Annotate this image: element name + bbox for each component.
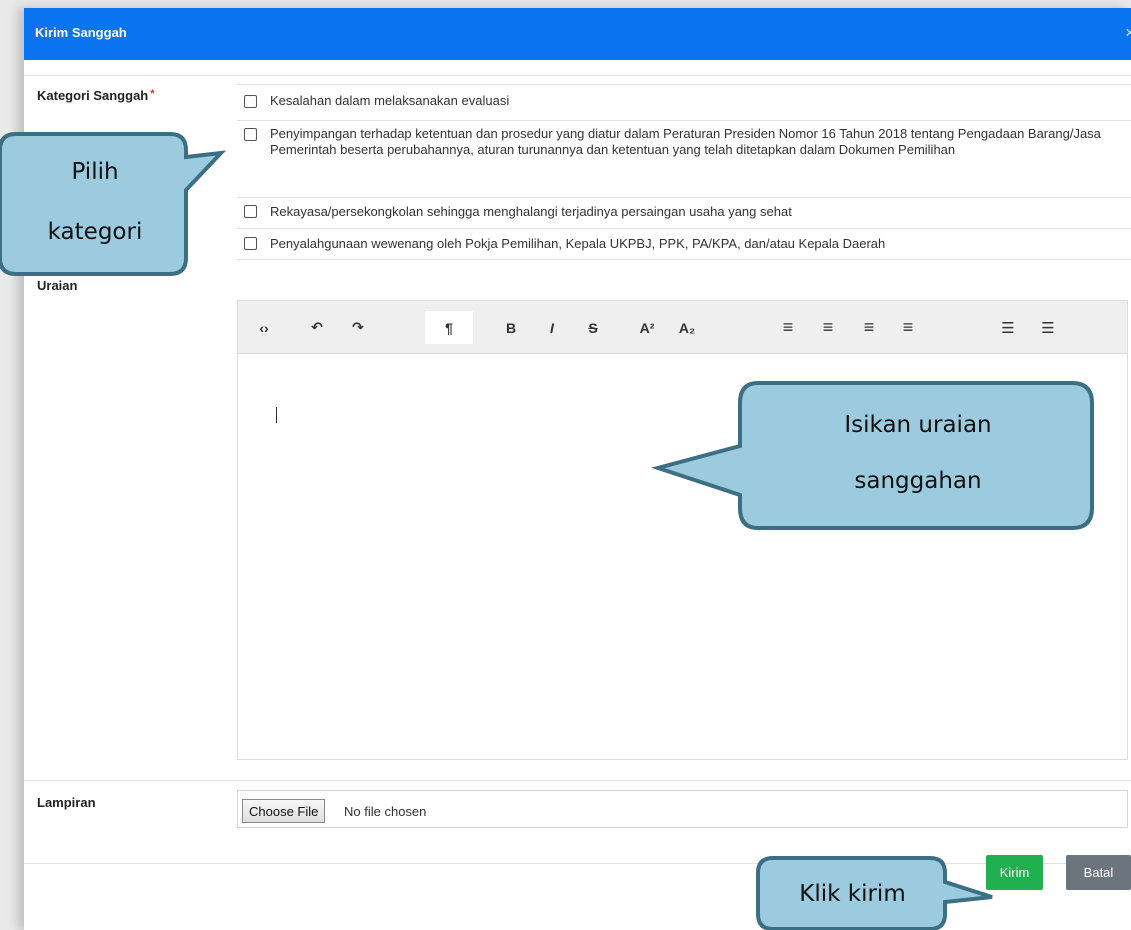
callout-uraian: Isikan uraian sanggahan: [758, 403, 1078, 503]
category-option-label: Kesalahan dalam melaksanakan evaluasi: [270, 93, 510, 108]
text-caret: [276, 407, 277, 423]
category-option[interactable]: Kesalahan dalam melaksanakan evaluasi: [237, 84, 1131, 120]
category-option-label: Penyalahgunaan wewenang oleh Pokja Pemil…: [270, 236, 886, 251]
editor-toolbar: ‹› ↶ ↷ ¶ B I S A² A₂ ≡ ≡ ≡ ≡ ☰ ☰: [238, 301, 1127, 354]
superscript-button[interactable]: A²: [630, 311, 664, 344]
callout-line: kategori: [47, 219, 143, 245]
category-option[interactable]: Rekayasa/persekongkolan sehingga menghal…: [237, 197, 1131, 228]
italic-button[interactable]: I: [535, 311, 569, 344]
callout-line: sanggahan: [854, 468, 982, 494]
choose-file-button[interactable]: Choose File: [242, 799, 326, 823]
undo-button[interactable]: ↶: [300, 311, 334, 344]
subscript-button[interactable]: A₂: [670, 311, 704, 344]
bullet-list-button[interactable]: ☰: [991, 311, 1025, 344]
checkbox[interactable]: [244, 95, 257, 108]
uraian-editor[interactable]: ‹› ↶ ↷ ¶ B I S A² A₂ ≡ ≡ ≡ ≡ ☰ ☰: [237, 300, 1128, 760]
close-icon[interactable]: ×: [1125, 23, 1131, 43]
divider: [24, 780, 1131, 781]
kategori-label: Kategori Sanggah *: [37, 88, 155, 103]
category-option[interactable]: Penyimpangan terhadap ketentuan dan pros…: [237, 120, 1131, 197]
callout-kirim: Klik kirim: [799, 881, 906, 907]
callout-kategori: Pilih kategori: [20, 150, 170, 254]
align-right-button[interactable]: ≡: [852, 311, 886, 344]
checkbox[interactable]: [244, 205, 257, 218]
divider: [24, 75, 1131, 76]
kategori-label-text: Kategori Sanggah: [37, 88, 149, 103]
uraian-label: Uraian: [37, 278, 78, 293]
required-mark: *: [150, 88, 155, 100]
category-option[interactable]: Penyalahgunaan wewenang oleh Pokja Pemil…: [237, 228, 1131, 260]
bold-button[interactable]: B: [494, 311, 528, 344]
align-left-button[interactable]: ≡: [771, 311, 805, 344]
code-view-button[interactable]: ‹›: [247, 311, 281, 344]
callout-line: Isikan uraian: [844, 412, 992, 438]
file-input[interactable]: Choose File No file chosen: [237, 790, 1128, 828]
divider: [24, 863, 1131, 864]
paragraph-format-button[interactable]: ¶: [425, 311, 473, 344]
justify-button[interactable]: ≡: [891, 311, 925, 344]
category-option-label: Rekayasa/persekongkolan sehingga menghal…: [270, 204, 792, 219]
category-option-label: Penyimpangan terhadap ketentuan dan pros…: [270, 126, 1101, 157]
numbered-list-button[interactable]: ☰: [1031, 311, 1065, 344]
lampiran-label: Lampiran: [37, 795, 96, 810]
file-status: No file chosen: [344, 804, 427, 819]
kirim-button[interactable]: Kirim: [986, 855, 1043, 890]
callout-line: Pilih: [71, 159, 119, 185]
redo-button[interactable]: ↷: [341, 311, 375, 344]
dialog-title: Kirim Sanggah: [35, 25, 127, 40]
checkbox[interactable]: [244, 237, 257, 250]
strikethrough-button[interactable]: S: [576, 311, 610, 344]
batal-button[interactable]: Batal: [1066, 855, 1131, 890]
align-center-button[interactable]: ≡: [811, 311, 845, 344]
checkbox[interactable]: [244, 128, 257, 141]
dialog-header: Kirim Sanggah ×: [24, 8, 1131, 60]
